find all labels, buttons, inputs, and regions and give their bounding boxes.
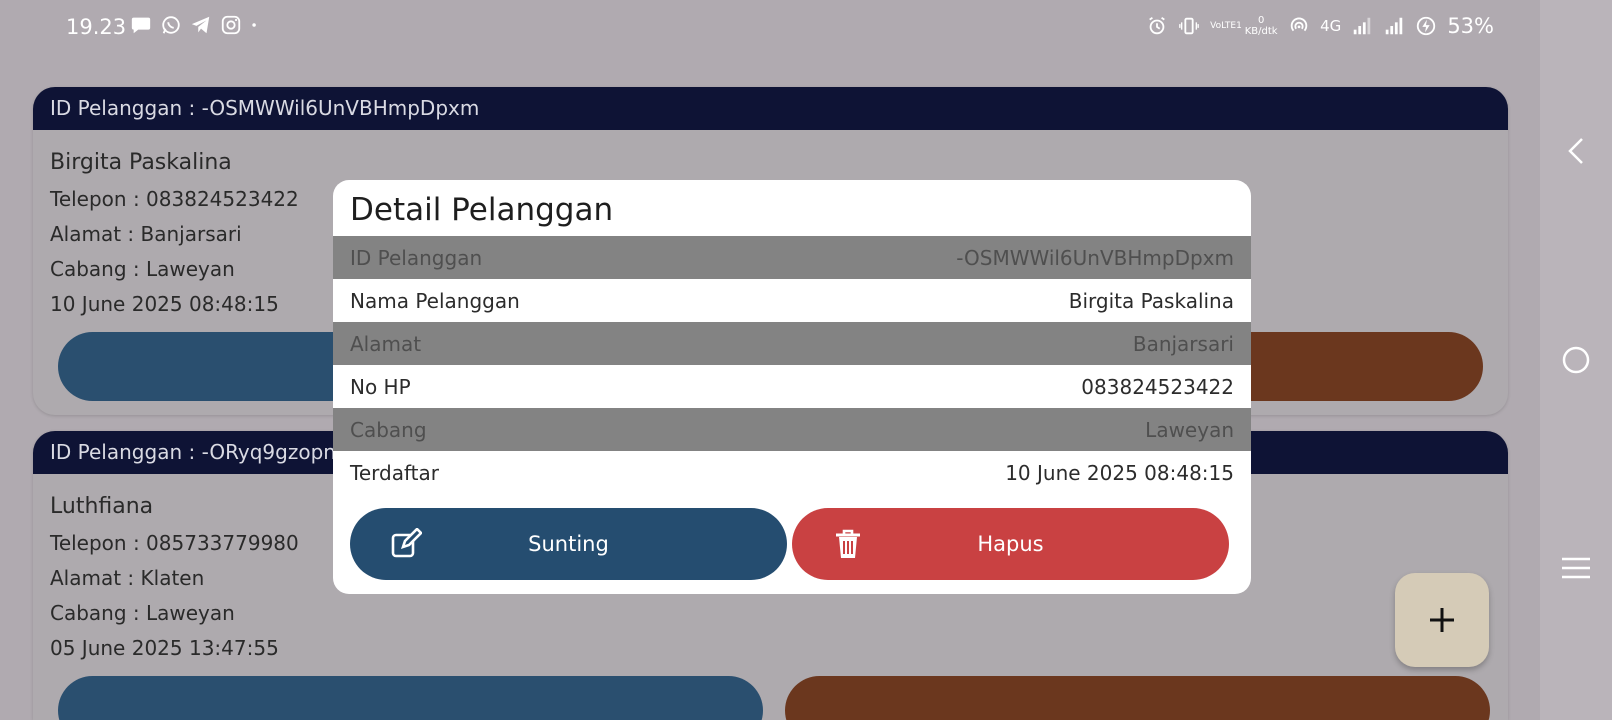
home-circle-icon <box>1562 346 1590 374</box>
vibrate-icon <box>1179 17 1199 35</box>
chat-bubble-icon <box>131 17 151 34</box>
card-delete-button[interactable] <box>785 676 1490 720</box>
detail-table: ID Pelanggan -OSMWWil6UnVBHmpDpxm Nama P… <box>333 236 1251 494</box>
dot-icon <box>252 23 256 27</box>
recents-menu-icon <box>1562 557 1590 579</box>
detail-value: Banjarsari <box>1132 331 1234 356</box>
notification-icons <box>130 14 264 36</box>
detail-label: ID Pelanggan <box>350 245 483 270</box>
detail-value: -OSMWWil6UnVBHmpDpxm <box>956 245 1234 270</box>
hotspot-icon <box>1290 17 1308 32</box>
system-status-icons: VoLTE1 0 KB/dtk 4G 53% <box>1146 14 1494 38</box>
signal-icon <box>1386 17 1403 35</box>
whatsapp-icon <box>162 16 180 34</box>
card-edit-button[interactable] <box>58 676 763 720</box>
status-time: 19.23 <box>66 15 127 39</box>
detail-value: Laweyan <box>1145 417 1234 442</box>
edit-button[interactable]: Sunting <box>350 508 787 580</box>
card-header: ID Pelanggan : -OSMWWil6UnVBHmpDpxm <box>33 87 1508 130</box>
trash-icon <box>836 529 860 558</box>
delete-button[interactable]: Hapus <box>792 508 1229 580</box>
volte-indicator: VoLTE1 <box>1210 21 1242 31</box>
detail-label: No HP <box>350 374 411 399</box>
data-speed: 0 KB/dtk <box>1244 15 1278 37</box>
edit-button-label: Sunting <box>528 532 609 556</box>
detail-label: Alamat <box>350 331 422 356</box>
detail-row-registered: Terdaftar 10 June 2025 08:48:15 <box>333 451 1251 494</box>
detail-label: Terdaftar <box>350 460 439 485</box>
network-type: 4G <box>1320 17 1342 35</box>
detail-row-name: Nama Pelanggan Birgita Paskalina <box>333 279 1251 322</box>
signal-icon <box>1354 17 1371 35</box>
detail-row-phone: No HP 083824523422 <box>333 365 1251 408</box>
customer-detail-dialog: Detail Pelanggan ID Pelanggan -OSMWWil6U… <box>333 180 1251 594</box>
detail-label: Nama Pelanggan <box>350 288 520 313</box>
plus-icon <box>1430 608 1454 632</box>
instagram-icon <box>221 15 241 35</box>
recents-button[interactable] <box>1540 538 1612 598</box>
add-customer-button[interactable] <box>1395 573 1489 667</box>
detail-label: Cabang <box>350 417 427 442</box>
status-bar: 19.23 VoLTE1 0 KB/dtk 4G 53% <box>0 0 1540 56</box>
customer-name: Birgita Paskalina <box>50 150 232 175</box>
detail-row-id: ID Pelanggan -OSMWWil6UnVBHmpDpxm <box>333 236 1251 279</box>
detail-value: 10 June 2025 08:48:15 <box>1005 460 1234 485</box>
navigation-bar <box>1540 0 1612 720</box>
detail-row-branch: Cabang Laweyan <box>333 408 1251 451</box>
customer-branch: Cabang : Laweyan <box>50 601 235 625</box>
battery-percent: 53% <box>1447 14 1494 38</box>
telegram-icon <box>191 16 210 34</box>
edit-icon <box>391 528 422 558</box>
home-button[interactable] <box>1540 330 1612 390</box>
alarm-icon <box>1149 16 1165 35</box>
detail-value: 083824523422 <box>1081 374 1234 399</box>
detail-value: Birgita Paskalina <box>1068 288 1234 313</box>
delete-button-label: Hapus <box>977 532 1044 556</box>
detail-row-address: Alamat Banjarsari <box>333 322 1251 365</box>
customer-date: 05 June 2025 13:47:55 <box>50 636 279 660</box>
battery-charging-icon <box>1417 16 1436 36</box>
back-chevron-icon <box>1568 138 1583 164</box>
dialog-title: Detail Pelanggan <box>350 192 614 228</box>
back-button[interactable] <box>1540 121 1612 181</box>
